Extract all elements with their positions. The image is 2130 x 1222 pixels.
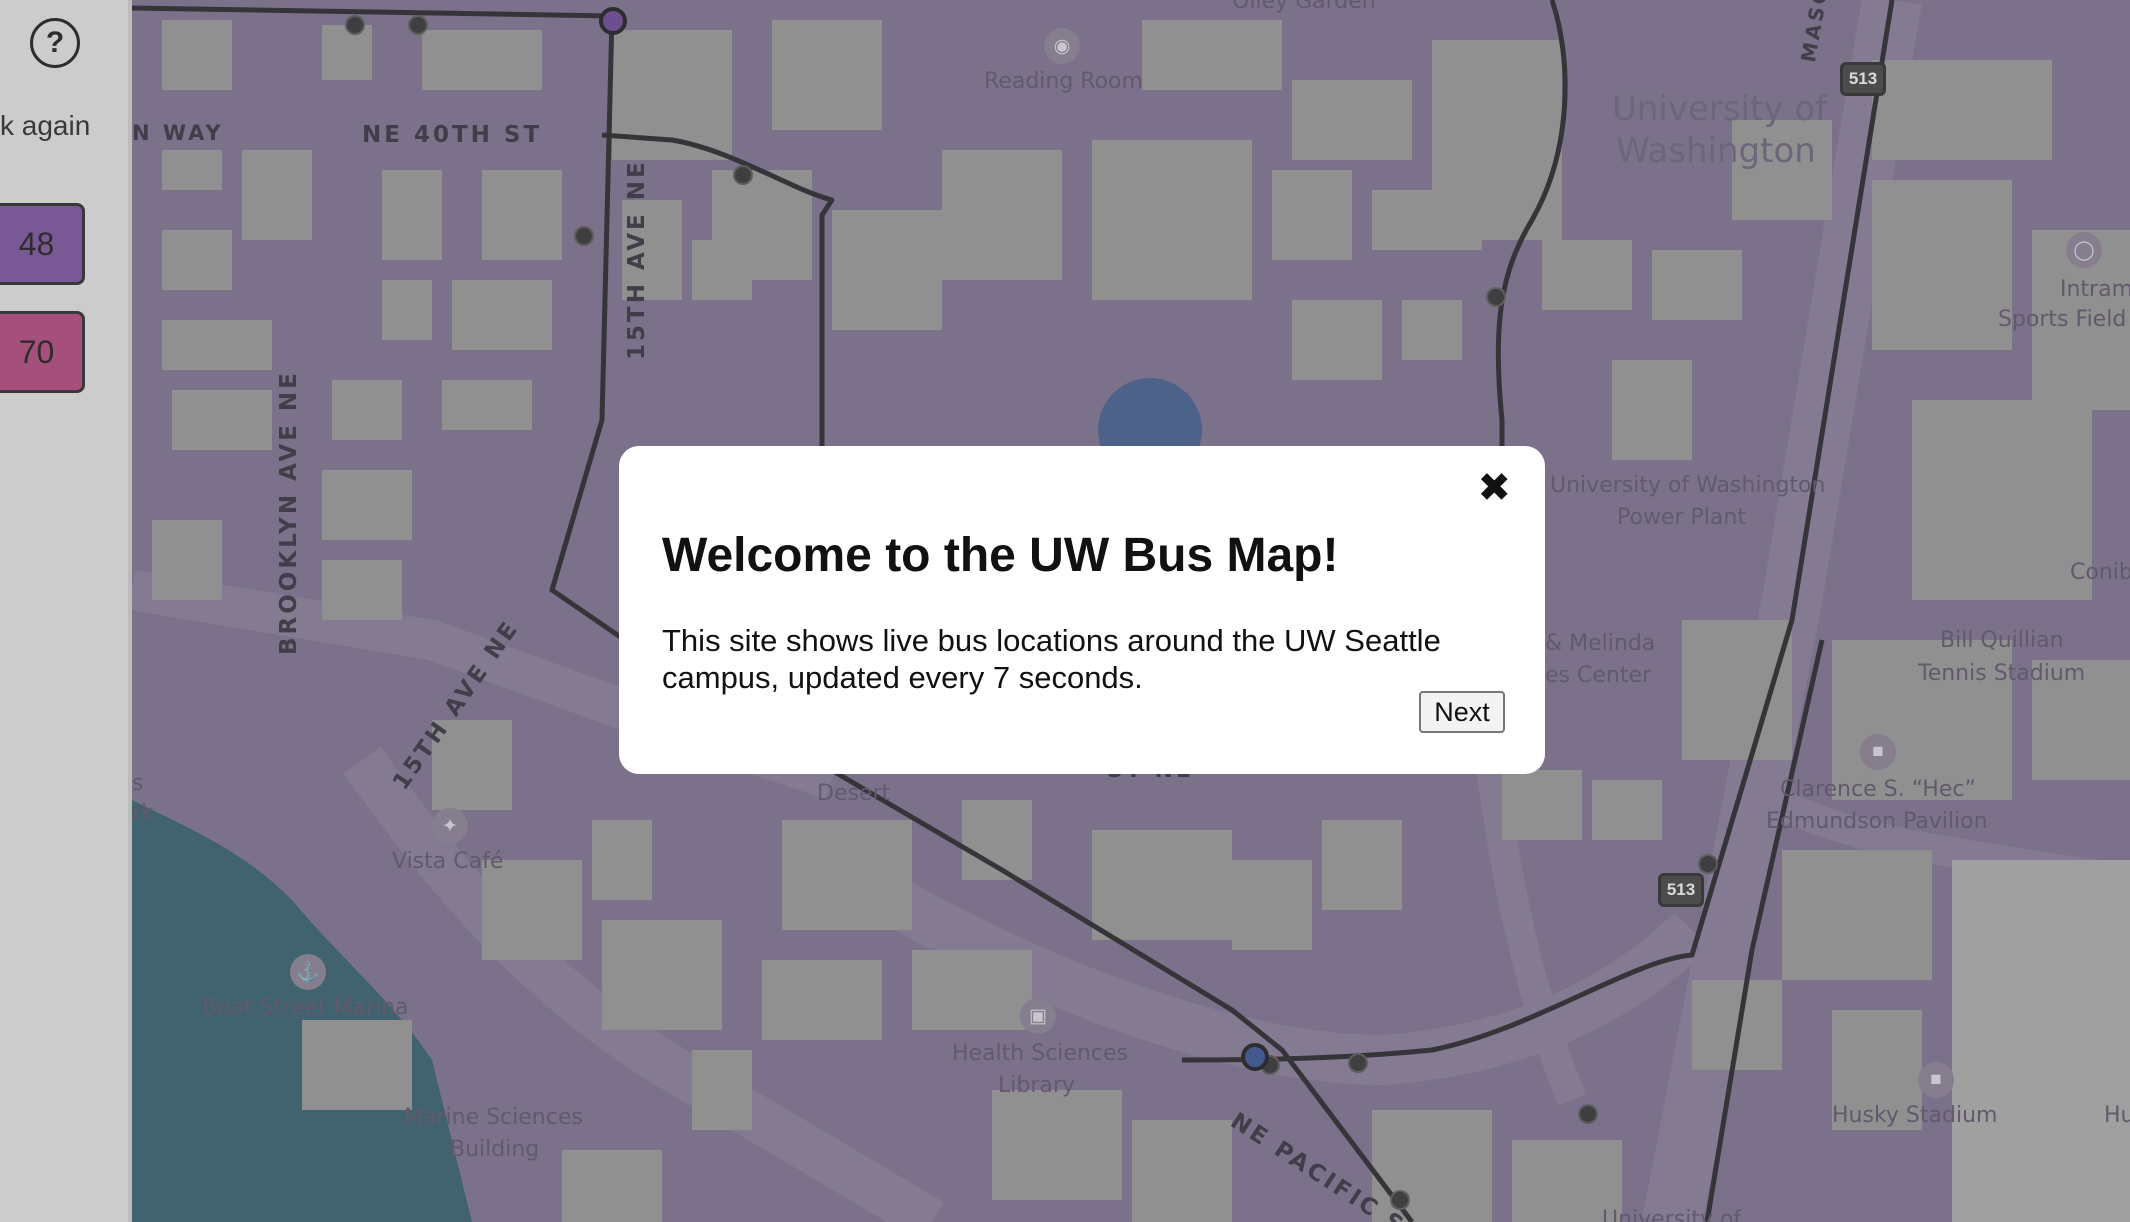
welcome-dialog: ✖ Welcome to the UW Bus Map! This site s… [619, 446, 1545, 774]
dialog-body-text: This site shows live bus locations aroun… [662, 623, 1441, 695]
close-icon[interactable]: ✖ [1477, 466, 1511, 510]
dialog-title: Welcome to the UW Bus Map! [662, 529, 1339, 582]
next-button[interactable]: Next [1419, 691, 1505, 733]
